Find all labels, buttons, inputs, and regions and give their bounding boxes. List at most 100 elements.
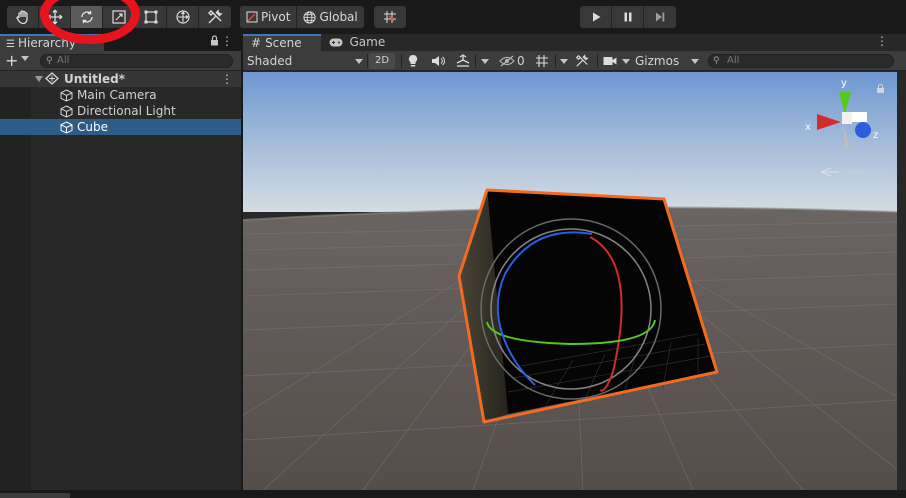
scene-tabbar: # Scene Game ⋮ [243, 34, 906, 51]
scene-row[interactable]: Untitled* ⋮ [0, 71, 241, 87]
2d-mode-label: 2D [374, 55, 390, 66]
pivot-toggle-button[interactable]: Pivot [240, 6, 298, 28]
hierarchy-tabbar: ☰ Hierarchy ⋮ [0, 34, 241, 51]
scene-panel: # Scene Game ⋮ Shaded 2D 0 Gizmos ⚲ All … [243, 34, 906, 498]
tab-hierarchy[interactable]: ☰ Hierarchy [0, 34, 104, 51]
grid-snap-button[interactable] [374, 6, 406, 28]
search-icon: ⚲ [46, 56, 53, 66]
audio-toggle[interactable] [431, 51, 447, 71]
axis-label-y: y [841, 78, 847, 89]
effects-dropdown[interactable] [455, 51, 489, 71]
shading-mode-label: Shaded [247, 54, 293, 68]
hidden-count: 0 [517, 54, 525, 68]
rect-tool-button[interactable] [135, 6, 167, 28]
list-item[interactable]: Cube [0, 119, 241, 135]
move-arrows-icon [47, 9, 62, 25]
hand-icon [15, 10, 28, 25]
lock-icon[interactable] [210, 35, 219, 49]
lightbulb-icon [408, 54, 418, 67]
axis-label-x: x [805, 122, 811, 133]
hierarchy-gutter [0, 71, 31, 498]
bottom-panel-edge [0, 490, 906, 498]
hidden-objects-toggle[interactable]: 0 [499, 51, 529, 71]
step-button[interactable] [644, 6, 676, 28]
global-toggle-button[interactable]: Global [297, 6, 363, 28]
shading-mode-dropdown[interactable]: Shaded [247, 51, 363, 71]
scene-search-placeholder: All [727, 55, 740, 66]
tools-icon [208, 9, 223, 24]
grid-icon [536, 55, 548, 67]
hierarchy-search-input[interactable]: ⚲ All [40, 54, 233, 68]
play-button[interactable] [580, 6, 612, 28]
add-object-button[interactable]: + [5, 51, 18, 70]
scale-tool-button[interactable] [103, 6, 135, 28]
hand-tool-button[interactable] [7, 6, 39, 28]
pivot-icon [246, 11, 258, 23]
step-icon [656, 12, 665, 22]
item-label: Directional Light [77, 104, 176, 118]
hierarchy-panel: ☰ Hierarchy ⋮ + ⚲ All Untitled* ⋮ Main Ca… [0, 34, 241, 498]
perspective-label-arrow[interactable] [820, 167, 864, 177]
item-label: Cube [77, 120, 108, 134]
tab-game[interactable]: Game [325, 34, 395, 51]
chevron-down-icon [560, 58, 568, 64]
item-label: Main Camera [77, 88, 157, 102]
scene-tab-label: Scene [265, 36, 302, 50]
pause-icon [624, 12, 631, 22]
transform-tools-group [7, 6, 231, 28]
custom-tool-button[interactable] [199, 6, 231, 28]
list-icon: ☰ [6, 39, 15, 50]
scene-name-label: Untitled* [64, 72, 125, 86]
grid-snap-icon [384, 11, 396, 23]
play-icon [592, 12, 600, 22]
gizmos-dropdown[interactable]: Gizmos [635, 51, 699, 71]
camera-settings-dropdown[interactable] [603, 51, 631, 71]
list-item[interactable]: Directional Light [0, 103, 241, 119]
hierarchy-search-placeholder: All [57, 55, 70, 66]
snap-group [374, 6, 406, 28]
chevron-down-icon[interactable] [21, 56, 29, 61]
game-tab-label: Game [349, 35, 386, 49]
chevron-down-icon [691, 58, 699, 64]
2d-mode-toggle[interactable]: 2D [369, 53, 395, 69]
camera-icon [603, 57, 617, 65]
tab-scene[interactable]: # Scene [243, 34, 321, 51]
lighting-toggle[interactable] [407, 51, 421, 71]
pivot-global-group: Pivot Global [240, 6, 364, 28]
move-tool-button[interactable] [39, 6, 71, 28]
chevron-down-icon [355, 58, 363, 64]
scene-search-input[interactable]: ⚲ All [708, 54, 894, 68]
kebab-menu-icon[interactable]: ⋮ [876, 34, 888, 48]
effects-icon [456, 54, 470, 67]
gamepad-icon [329, 36, 347, 49]
chevron-down-icon[interactable] [35, 76, 43, 82]
rotate-tool-button[interactable] [71, 6, 103, 28]
scene-viewport[interactable]: y x z [243, 72, 897, 490]
hierarchy-toolbar: + ⚲ All [0, 51, 241, 71]
scene-tools-button[interactable] [575, 51, 591, 71]
global-label: Global [319, 10, 358, 24]
speaker-icon [432, 56, 445, 66]
transform-tool-button[interactable] [167, 6, 199, 28]
rotate-icon [80, 10, 93, 24]
kebab-menu-icon[interactable]: ⋮ [221, 34, 233, 48]
list-item[interactable]: Main Camera [0, 87, 241, 103]
grid-dropdown[interactable] [535, 51, 569, 71]
pause-button[interactable] [612, 6, 644, 28]
scale-icon [111, 10, 126, 24]
bottom-tab[interactable] [0, 493, 70, 498]
eye-hidden-icon [499, 55, 515, 67]
hierarchy-tree: Untitled* ⋮ Main Camera Directional Ligh… [0, 71, 241, 135]
playmode-group [580, 6, 676, 28]
tools-icon [575, 54, 589, 67]
cube-gameobject-icon [60, 121, 73, 138]
globe-icon [303, 10, 317, 24]
rect-transform-icon [144, 10, 157, 24]
kebab-menu-icon[interactable]: ⋮ [221, 71, 233, 87]
sky [243, 72, 897, 212]
transform-icon [175, 10, 190, 24]
main-toolbar: Pivot Global [0, 0, 906, 34]
axis-label-z: z [873, 130, 878, 141]
hierarchy-tab-label: Hierarchy [17, 36, 76, 50]
scene-view-toolbar: Shaded 2D 0 Gizmos ⚲ All [243, 51, 906, 71]
